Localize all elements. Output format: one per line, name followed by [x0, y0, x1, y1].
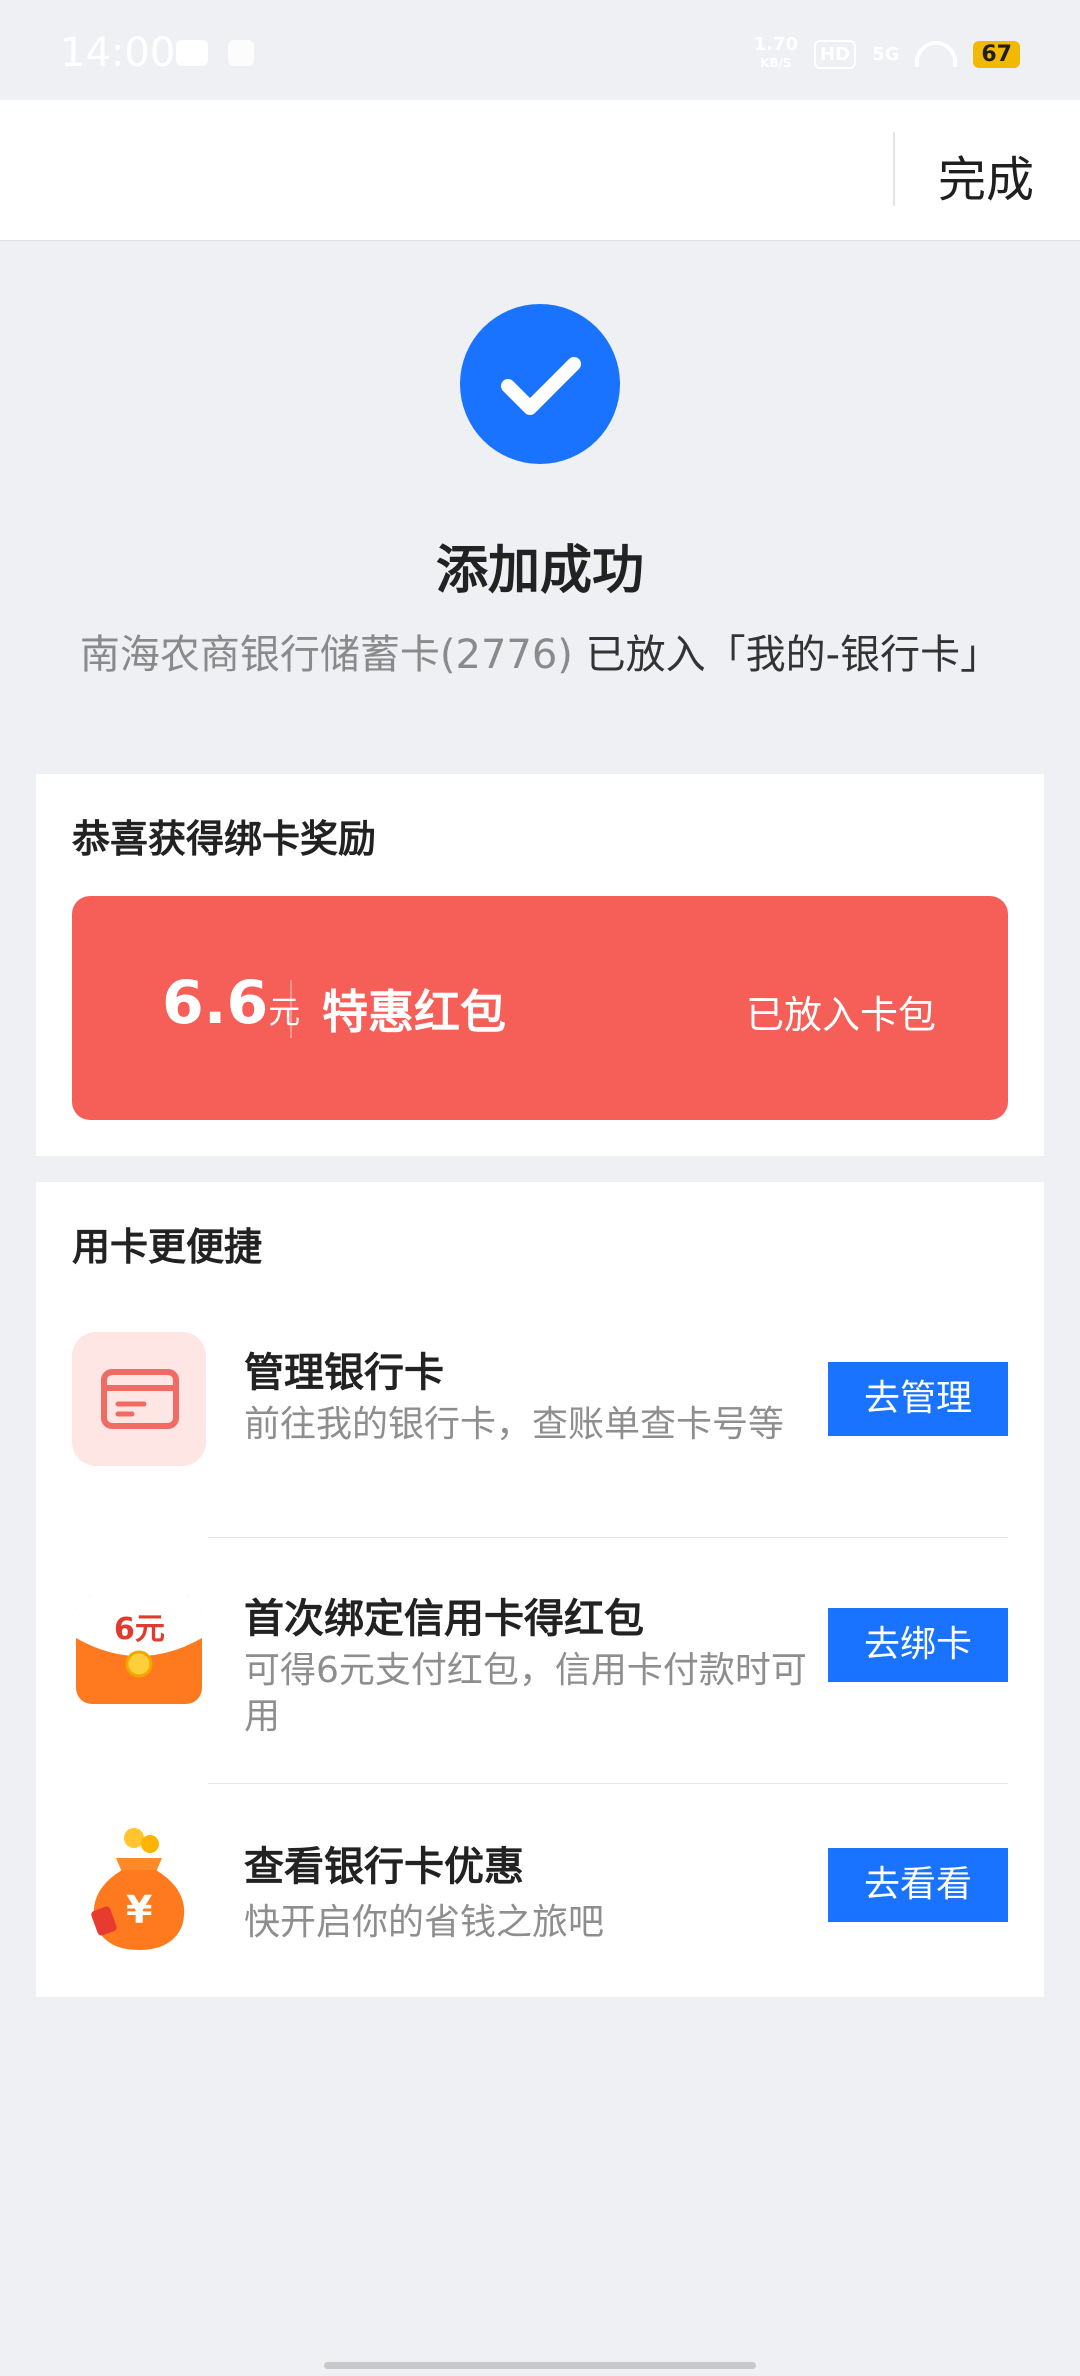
signal-5g-icon: 5G	[872, 43, 900, 65]
coupon-divider	[290, 980, 292, 1038]
money-bag-icon: ¥	[72, 1822, 206, 1956]
manage-card-desc: 前往我的银行卡，查账单查卡号等	[244, 1404, 785, 1445]
success-description: 南海农商银行储蓄卡(2776) 已放入「我的-银行卡」	[0, 622, 1080, 680]
status-time: 14:00	[60, 30, 176, 76]
coupon-name: 特惠红包	[322, 985, 506, 1039]
go-see-button[interactable]: 去看看	[828, 1848, 1008, 1922]
manage-card-title: 管理银行卡	[244, 1350, 444, 1396]
success-title: 添加成功	[435, 541, 644, 601]
quick-actions-title: 用卡更便捷	[72, 1225, 263, 1269]
divider	[208, 1537, 1008, 1538]
bank-card-name: 南海农商银行储蓄卡(2776)	[79, 632, 573, 678]
done-button[interactable]: 完成	[938, 140, 1034, 210]
reward-card-title: 恭喜获得绑卡奖励	[72, 817, 377, 861]
success-check-icon	[460, 304, 620, 464]
battery-icon: 67	[973, 40, 1020, 68]
red-envelope-icon: 6元	[72, 1578, 206, 1712]
wifi-icon	[915, 41, 958, 67]
go-bind-card-button[interactable]: 去绑卡	[828, 1608, 1008, 1682]
status-bar: 14:00 1.70 KB/S HD 5G 67	[0, 0, 1080, 100]
network-speed: 1.70 KB/S	[753, 34, 799, 71]
card-offers-desc: 快开启你的省钱之旅吧	[244, 1902, 605, 1943]
translate-icon	[228, 40, 254, 66]
bind-credit-card-desc: 可得6元支付红包，信用卡付款时可用	[244, 1650, 807, 1737]
quick-actions-card: 用卡更便捷 管理银行卡 前往我的银行卡，查账单查卡号等 去管理 6元 首次绑定信…	[36, 1182, 1044, 1997]
reward-card: 恭喜获得绑卡奖励 6.6元 特惠红包 已放入卡包	[36, 774, 1044, 1156]
top-bar: 完成	[0, 100, 1080, 241]
coupon-status: 已放入卡包	[745, 993, 936, 1037]
message-icon	[176, 40, 208, 66]
header-divider	[893, 132, 895, 206]
red-packet-coupon[interactable]: 6.6元 特惠红包 已放入卡包	[72, 896, 1008, 1120]
card-offers-title: 查看银行卡优惠	[244, 1844, 524, 1890]
bank-card-icon	[72, 1332, 206, 1466]
coupon-amount: 6.6元	[162, 968, 301, 1038]
divider	[208, 1783, 1008, 1784]
hd-icon: HD	[814, 39, 857, 69]
red-envelope-amount: 6元	[114, 1612, 165, 1647]
yuan-symbol: ¥	[126, 1888, 153, 1932]
placed-location: 已放入「我的-银行卡」	[585, 632, 1001, 678]
go-manage-button[interactable]: 去管理	[828, 1362, 1008, 1436]
home-indicator[interactable]	[324, 2362, 756, 2369]
bind-credit-card-title: 首次绑定信用卡得红包	[244, 1596, 644, 1642]
